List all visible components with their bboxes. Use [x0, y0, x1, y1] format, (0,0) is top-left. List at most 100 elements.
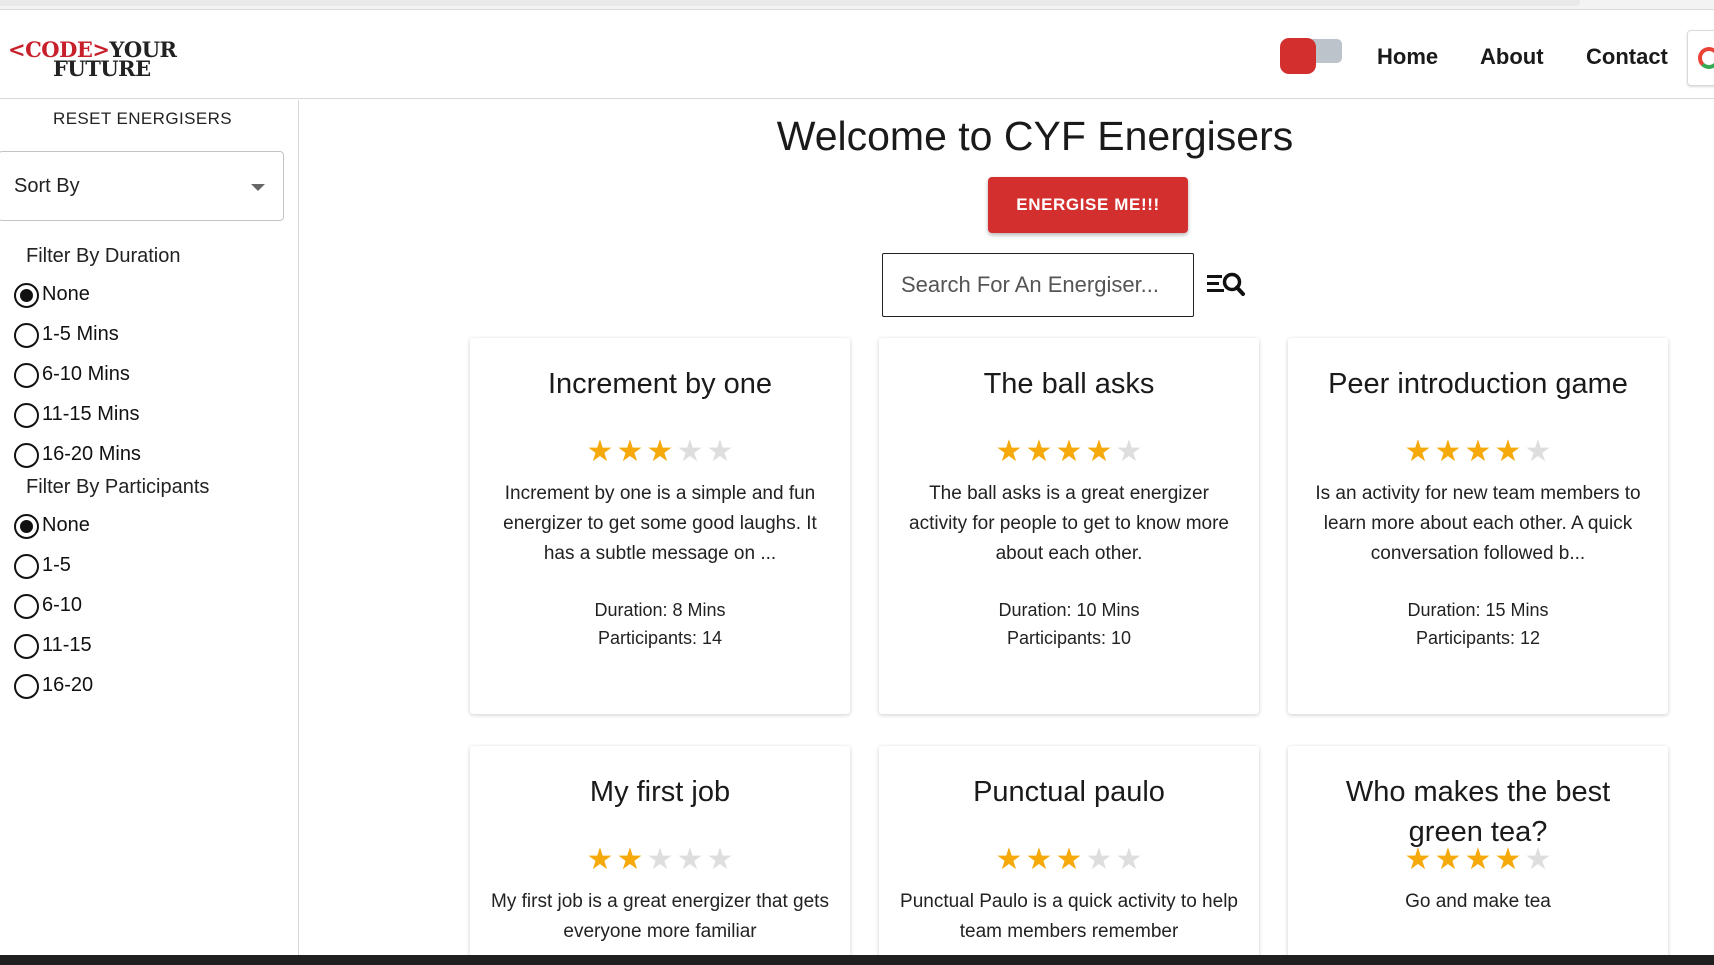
google-icon: [1698, 47, 1714, 69]
radio-icon: [14, 323, 39, 348]
radio-icon: [14, 363, 39, 388]
card-participants: Participants: 10: [1006, 628, 1132, 648]
star-filled-icon: ★: [1494, 435, 1522, 468]
radio-label: 11-15: [42, 634, 92, 656]
energiser-card[interactable]: Punctual paulo ★ ★ ★ ★ ★ Punctual Paulo is a…: [879, 746, 1259, 955]
radio-label: 1-5: [42, 554, 71, 576]
filter-sidebar: RESET ENERGISERS Sort By Filter By Durat…: [0, 100, 299, 965]
duration-filter-title: Filter By Duration: [26, 245, 181, 267]
radio-icon: [14, 554, 39, 579]
radio-label: 11-15 Mins: [42, 403, 140, 425]
star-empty-icon: ★: [1115, 843, 1143, 876]
radio-label: 1-5 Mins: [42, 323, 119, 345]
star-filled-icon: ★: [616, 843, 644, 876]
star-filled-icon: ★: [1434, 843, 1462, 876]
star-filled-icon: ★: [586, 843, 614, 876]
nav-contact-link[interactable]: Contact: [1586, 44, 1668, 70]
star-empty-icon: ★: [1524, 435, 1552, 468]
star-filled-icon: ★: [1025, 843, 1053, 876]
reset-energisers-button[interactable]: RESET ENERGISERS: [0, 104, 285, 134]
star-rating: ★ ★ ★ ★ ★: [1288, 436, 1668, 468]
radio-icon: [14, 634, 39, 659]
star-rating: ★ ★ ★ ★ ★: [470, 844, 850, 876]
star-filled-icon: ★: [1055, 435, 1083, 468]
star-filled-icon: ★: [1464, 435, 1492, 468]
card-description: Increment by one is a simple and fun ene…: [503, 483, 817, 564]
star-rating: ★ ★ ★ ★ ★: [879, 436, 1259, 468]
radio-label: 16-20: [42, 674, 94, 696]
star-filled-icon: ★: [995, 843, 1023, 876]
star-empty-icon: ★: [706, 843, 734, 876]
card-title: Who makes the best green tea?: [1345, 776, 1611, 848]
energiser-card[interactable]: Who makes the best green tea? ★ ★ ★ ★ ★ Go a…: [1288, 746, 1668, 955]
card-title: The ball asks: [983, 368, 1155, 400]
radio-selected-icon: [14, 283, 39, 308]
radio-label: None: [42, 283, 90, 305]
star-filled-icon: ★: [1434, 435, 1462, 468]
card-duration: Duration: 8 Mins: [594, 600, 726, 620]
star-empty-icon: ★: [1524, 843, 1552, 876]
toggle-thumb: [1280, 38, 1316, 74]
star-rating: ★ ★ ★ ★ ★: [1288, 844, 1668, 876]
card-description: The ball asks is a great energizer activ…: [909, 483, 1229, 564]
star-filled-icon: ★: [1404, 843, 1432, 876]
page-title: Welcome to CYF Energisers: [776, 113, 1294, 159]
energiser-card[interactable]: Peer introduction game ★ ★ ★ ★ ★ Is an activ…: [1288, 338, 1668, 714]
card-description: My first job is a great energizer that g…: [491, 891, 829, 942]
star-empty-icon: ★: [676, 843, 704, 876]
star-filled-icon: ★: [995, 435, 1023, 468]
scroll-track: [0, 0, 1580, 6]
card-description: Go and make tea: [1405, 891, 1551, 912]
nav-about-link[interactable]: About: [1480, 44, 1544, 70]
search-input[interactable]: [882, 253, 1194, 317]
theme-toggle[interactable]: [1280, 30, 1344, 74]
main-content: Welcome to CYF Energisers ENERGISE ME!!!…: [300, 100, 1714, 955]
star-empty-icon: ★: [676, 435, 704, 468]
card-participants: Participants: 12: [1415, 628, 1541, 648]
sort-by-select[interactable]: Sort By: [0, 151, 284, 221]
star-filled-icon: ★: [1464, 843, 1492, 876]
browser-top-strip: [0, 0, 1714, 10]
star-filled-icon: ★: [1085, 435, 1113, 468]
star-filled-icon: ★: [1404, 435, 1432, 468]
radio-icon: [14, 403, 39, 428]
star-filled-icon: ★: [1055, 843, 1083, 876]
card-description: Punctual Paulo is a quick activity to he…: [900, 891, 1238, 942]
star-empty-icon: ★: [1115, 435, 1143, 468]
card-title: My first job: [589, 776, 731, 808]
search-list-icon[interactable]: [1206, 268, 1246, 300]
radio-label: 16-20 Mins: [42, 443, 141, 465]
radio-label: 6-10 Mins: [42, 363, 130, 385]
energiser-card[interactable]: Increment by one ★ ★ ★ ★ ★ Increment by one …: [470, 338, 850, 714]
star-filled-icon: ★: [646, 435, 674, 468]
star-filled-icon: ★: [586, 435, 614, 468]
card-title: Punctual paulo: [973, 776, 1165, 808]
card-title: Peer introduction game: [1328, 368, 1628, 400]
card-description: Is an activity for new team members to l…: [1315, 483, 1641, 564]
radio-icon: [14, 443, 39, 468]
star-empty-icon: ★: [706, 435, 734, 468]
star-empty-icon: ★: [646, 843, 674, 876]
site-header: <CODE>YOUR FUTURE Home About Contact: [0, 10, 1714, 99]
radio-label: None: [42, 514, 90, 536]
card-duration: Duration: 10 Mins: [998, 600, 1140, 620]
sort-by-label: Sort By: [14, 175, 80, 197]
radio-icon: [14, 594, 39, 619]
participants-filter-title: Filter By Participants: [26, 476, 210, 498]
card-duration: Duration: 15 Mins: [1407, 600, 1549, 620]
star-rating: ★ ★ ★ ★ ★: [879, 844, 1259, 876]
energiser-card[interactable]: My first job ★ ★ ★ ★ ★ My first job is a gre…: [470, 746, 850, 955]
star-filled-icon: ★: [616, 435, 644, 468]
star-rating: ★ ★ ★ ★ ★: [470, 436, 850, 468]
radio-selected-icon: [14, 514, 39, 539]
energiser-card[interactable]: The ball asks ★ ★ ★ ★ ★ The ball asks is a g…: [879, 338, 1259, 714]
energise-me-button[interactable]: ENERGISE ME!!!: [988, 177, 1188, 233]
radio-icon: [14, 674, 39, 699]
cyf-logo[interactable]: <CODE>YOUR FUTURE: [8, 39, 177, 79]
card-participants: Participants: 14: [597, 628, 723, 648]
star-empty-icon: ★: [1085, 843, 1113, 876]
nav-home-link[interactable]: Home: [1377, 44, 1438, 70]
os-taskbar: [0, 955, 1714, 965]
google-signin-button[interactable]: [1687, 30, 1714, 86]
star-filled-icon: ★: [1494, 843, 1522, 876]
